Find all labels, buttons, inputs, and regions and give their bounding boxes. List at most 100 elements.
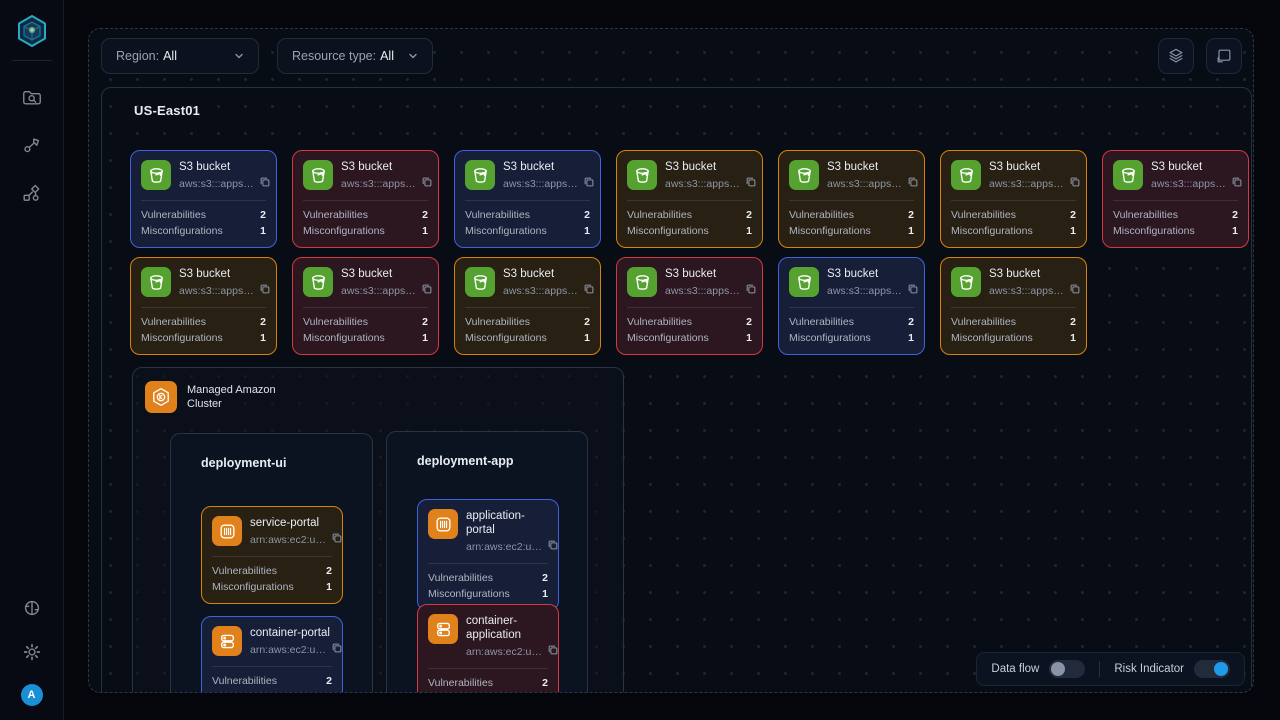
s3-bucket-card[interactable]: S3 bucket aws:s3:::apps… Vulnerabilities…: [130, 150, 277, 248]
settings-gear-icon[interactable]: [20, 640, 44, 664]
misconfigurations-label: Misconfigurations: [303, 330, 385, 346]
copy-icon[interactable]: [1231, 176, 1243, 192]
region-container-us-east01[interactable]: US-East01 S3 bucket aws: [101, 87, 1252, 693]
s3-bucket-card[interactable]: S3 bucket aws:s3:::apps… Vulnerabilities…: [616, 257, 763, 355]
region-filter[interactable]: Region:All: [101, 38, 259, 74]
ai-analysis-icon[interactable]: [20, 596, 44, 620]
s3-bucket-icon: [951, 160, 981, 190]
s3-bucket-card[interactable]: S3 bucket aws:s3:::apps… Vulnerabilities…: [292, 257, 439, 355]
copy-icon[interactable]: [331, 642, 343, 658]
vulnerabilities-label: Vulnerabilities: [141, 207, 206, 223]
copy-icon[interactable]: [1069, 283, 1081, 299]
misconfigurations-label: Misconfigurations: [1113, 223, 1195, 239]
misconfigurations-count: 1: [422, 330, 428, 346]
topology-canvas[interactable]: Region:All Resource type:All: [88, 28, 1254, 693]
vulnerabilities-count: 2: [584, 314, 590, 330]
vulnerabilities-label: Vulnerabilities: [428, 675, 493, 691]
resource-arn: aws:s3:::apps…: [665, 178, 740, 191]
copy-icon[interactable]: [259, 176, 271, 192]
workload-card-container-application[interactable]: container-application arn:aws:ec2:u… Vul…: [417, 604, 559, 693]
copy-icon[interactable]: [259, 283, 271, 299]
risk-indicator-toggle[interactable]: [1194, 660, 1230, 678]
group-deployment-app[interactable]: deployment-app application-portal arn:aw…: [386, 431, 588, 693]
vulnerabilities-count: 2: [746, 207, 752, 223]
container-task-icon: [428, 509, 458, 539]
resource-title: S3 bucket: [1151, 160, 1238, 174]
workload-card-application-portal[interactable]: application-portal arn:aws:ec2:u… Vulner…: [417, 499, 559, 611]
misconfigurations-label: Misconfigurations: [212, 579, 294, 595]
s3-bucket-icon: [951, 267, 981, 297]
resource-arn: arn:aws:ec2:u…: [250, 644, 326, 657]
s3-bucket-card[interactable]: S3 bucket aws:s3:::apps… Vulnerabilities…: [454, 257, 601, 355]
copy-icon[interactable]: [907, 176, 919, 192]
user-avatar[interactable]: A: [21, 684, 43, 706]
group-title: deployment-app: [417, 454, 514, 468]
sidebar-bottom: A: [20, 596, 44, 706]
layers-button[interactable]: [1158, 38, 1194, 74]
workload-card-container-portal[interactable]: container-portal arn:aws:ec2:u… Vulnerab…: [201, 616, 343, 693]
resource-arn: aws:s3:::apps…: [989, 178, 1064, 191]
s3-bucket-card[interactable]: S3 bucket aws:s3:::apps… Vulnerabilities…: [292, 150, 439, 248]
resource-arn: aws:s3:::apps…: [1151, 178, 1226, 191]
copy-icon[interactable]: [907, 283, 919, 299]
vulnerabilities-label: Vulnerabilities: [951, 314, 1016, 330]
resource-arn: arn:aws:ec2:u…: [466, 541, 542, 554]
copy-icon[interactable]: [745, 176, 757, 192]
resource-type-filter[interactable]: Resource type:All: [277, 38, 433, 74]
s3-bucket-card[interactable]: S3 bucket aws:s3:::apps… Vulnerabilities…: [940, 257, 1087, 355]
vulnerabilities-label: Vulnerabilities: [1113, 207, 1178, 223]
vulnerabilities-count: 2: [326, 563, 332, 579]
resource-title: S3 bucket: [503, 267, 590, 281]
copy-icon[interactable]: [583, 283, 595, 299]
topology-graph-icon[interactable]: [20, 181, 44, 205]
risk-indicator-label: Risk Indicator: [1114, 663, 1184, 675]
copy-icon[interactable]: [421, 283, 433, 299]
copy-icon[interactable]: [331, 532, 343, 548]
app-logo: [13, 12, 51, 50]
resource-arn: aws:s3:::apps…: [665, 285, 740, 298]
sidebar-nav: [20, 85, 44, 205]
attack-path-icon[interactable]: [20, 133, 44, 157]
chevron-down-icon: [406, 49, 420, 63]
resource-title: S3 bucket: [665, 267, 752, 281]
data-flow-toggle[interactable]: [1049, 660, 1085, 678]
misconfigurations-label: Misconfigurations: [428, 691, 510, 693]
vulnerabilities-count: 2: [1232, 207, 1238, 223]
copy-icon[interactable]: [1069, 176, 1081, 192]
copy-icon[interactable]: [421, 176, 433, 192]
copy-icon[interactable]: [745, 283, 757, 299]
workload-card-service-portal[interactable]: service-portal arn:aws:ec2:u… Vulnerabil…: [201, 506, 343, 604]
frame-select-icon: [1214, 46, 1234, 66]
vulnerabilities-count: 2: [542, 675, 548, 691]
resource-title: S3 bucket: [179, 267, 266, 281]
managed-amazon-cluster[interactable]: Managed Amazon Cluster deployment-ui ser…: [132, 367, 624, 693]
s3-bucket-card[interactable]: S3 bucket aws:s3:::apps… Vulnerabilities…: [940, 150, 1087, 248]
misconfigurations-label: Misconfigurations: [789, 223, 871, 239]
resource-title: S3 bucket: [341, 160, 428, 174]
group-deployment-ui[interactable]: deployment-ui service-portal arn:aws:ec2…: [170, 433, 373, 693]
vulnerabilities-count: 2: [326, 673, 332, 689]
risk-indicator-control: Risk Indicator: [1114, 660, 1230, 678]
s3-bucket-card[interactable]: S3 bucket aws:s3:::apps… Vulnerabilities…: [778, 257, 925, 355]
s3-bucket-card[interactable]: S3 bucket aws:s3:::apps… Vulnerabilities…: [454, 150, 601, 248]
vulnerabilities-label: Vulnerabilities: [212, 563, 277, 579]
resource-title: S3 bucket: [989, 160, 1076, 174]
vulnerabilities-count: 2: [260, 207, 266, 223]
resource-title: S3 bucket: [989, 267, 1076, 281]
vulnerabilities-label: Vulnerabilities: [789, 207, 854, 223]
copy-icon[interactable]: [583, 176, 595, 192]
s3-bucket-card[interactable]: S3 bucket aws:s3:::apps… Vulnerabilities…: [1102, 150, 1249, 248]
copy-icon[interactable]: [547, 644, 559, 660]
misconfigurations-label: Misconfigurations: [627, 223, 709, 239]
misconfigurations-count: 1: [260, 223, 266, 239]
inventory-search-icon[interactable]: [20, 85, 44, 109]
frame-select-button[interactable]: [1206, 38, 1242, 74]
s3-bucket-card[interactable]: S3 bucket aws:s3:::apps… Vulnerabilities…: [130, 257, 277, 355]
copy-icon[interactable]: [547, 539, 559, 555]
resource-filter-label: Resource type:: [292, 49, 376, 63]
s3-bucket-icon: [465, 160, 495, 190]
misconfigurations-count: 1: [326, 689, 332, 693]
s3-bucket-card[interactable]: S3 bucket aws:s3:::apps… Vulnerabilities…: [778, 150, 925, 248]
s3-bucket-card[interactable]: S3 bucket aws:s3:::apps… Vulnerabilities…: [616, 150, 763, 248]
vulnerabilities-label: Vulnerabilities: [951, 207, 1016, 223]
